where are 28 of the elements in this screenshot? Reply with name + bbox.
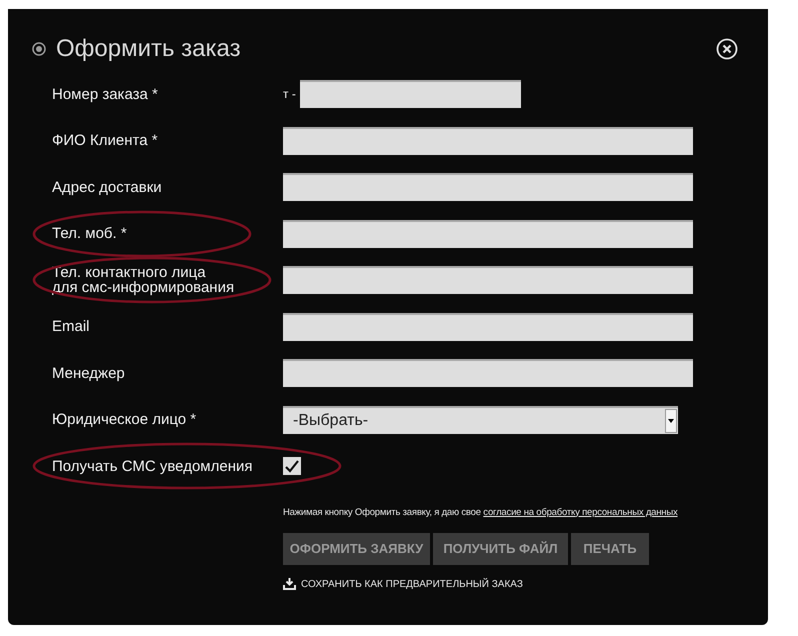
- consent-link[interactable]: согласие на обработку персональных данных: [483, 506, 678, 518]
- save-draft-link[interactable]: СОХРАНИТЬ КАК ПРЕДВАРИТЕЛЬНЫЙ ЗАКАЗ: [301, 576, 523, 592]
- dialog-title: Оформить заказ: [56, 34, 241, 64]
- field-label: Номер заказа *: [51, 86, 159, 102]
- action-button[interactable]: ОФОРМИТЬ ЗАЯВКУ: [283, 532, 430, 565]
- input-field[interactable]: [283, 173, 693, 202]
- input-field[interactable]: [283, 312, 693, 341]
- field-label: Менеджер: [51, 366, 126, 381]
- action-button[interactable]: ПОЛУЧИТЬ ФАЙЛ: [433, 532, 568, 565]
- order-prefix: т -: [283, 86, 297, 104]
- download-icon: [283, 578, 296, 590]
- field-label: Получать СМС уведомления: [51, 458, 254, 474]
- input-field[interactable]: [283, 266, 693, 294]
- field-label: Юридическое лицо *: [51, 412, 198, 428]
- input-field[interactable]: [300, 80, 521, 108]
- field-label: Тел. моб. *: [51, 226, 128, 242]
- input-field[interactable]: [283, 359, 693, 388]
- input-field[interactable]: [283, 126, 693, 155]
- input-field[interactable]: [283, 220, 693, 248]
- consent-text: Нажимая кнопку Оформить заявку, я даю свое: [283, 506, 481, 518]
- field-label: ФИО Клиента *: [51, 133, 159, 148]
- field-label: Email: [51, 319, 91, 334]
- checkbox[interactable]: [283, 457, 301, 476]
- select-dropdown[interactable]: -Выбрать-: [283, 406, 678, 434]
- action-button[interactable]: ПЕЧАТЬ: [571, 532, 649, 565]
- close-button[interactable]: [716, 38, 738, 60]
- field-label: Адрес доставки: [51, 180, 163, 195]
- dropdown-caret-icon: [665, 408, 677, 433]
